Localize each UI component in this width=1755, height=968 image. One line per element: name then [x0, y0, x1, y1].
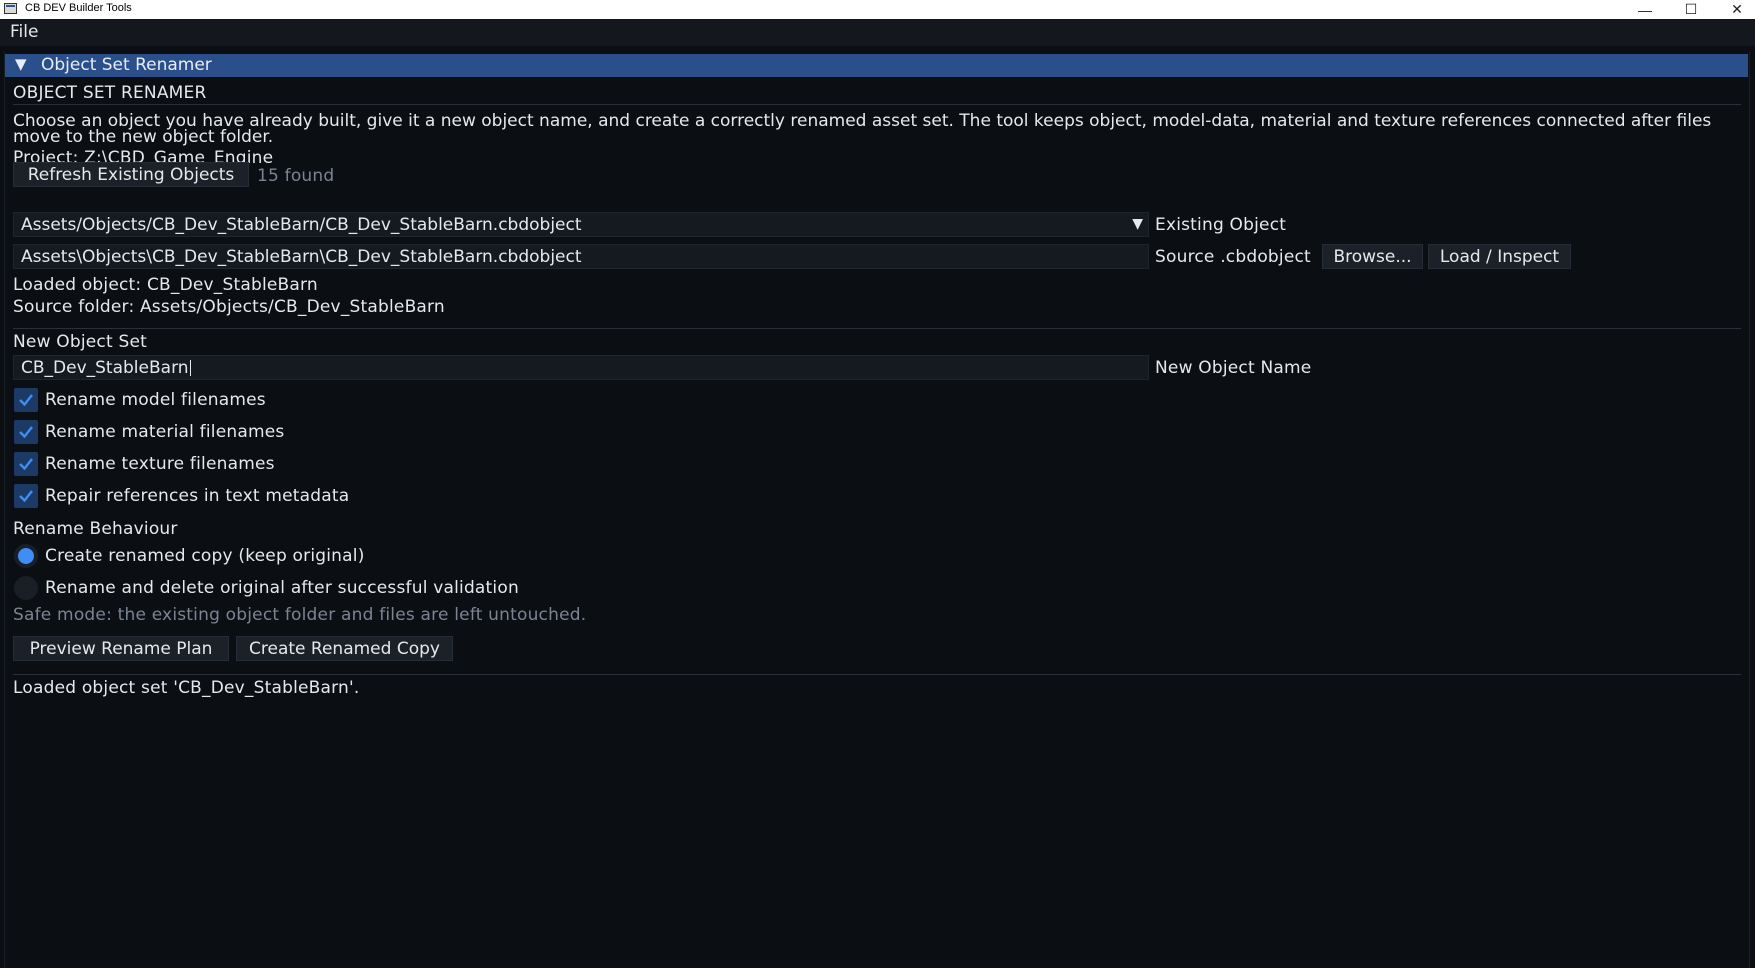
chevron-down-icon: ▼ [1132, 216, 1143, 232]
rename-texture-checkbox[interactable] [14, 452, 38, 476]
minimize-icon[interactable]: — [1622, 0, 1668, 19]
section-title: OBJECT SET RENAMER [13, 83, 207, 103]
create-renamed-copy-button[interactable]: Create Renamed Copy [236, 636, 453, 661]
refresh-existing-objects-button[interactable]: Refresh Existing Objects [13, 162, 249, 187]
menu-file[interactable]: File [10, 22, 38, 42]
new-object-set-title: New Object Set [13, 332, 147, 352]
window-titlebar: CB DEV Builder Tools — ☐ ✕ [0, 0, 1755, 19]
browse-button[interactable]: Browse... [1322, 244, 1423, 269]
checkmark-icon [19, 426, 33, 439]
maximize-icon[interactable]: ☐ [1668, 0, 1714, 19]
load-inspect-button[interactable]: Load / Inspect [1428, 244, 1571, 269]
object-set-renamer-header[interactable]: ▼ Object Set Renamer [5, 54, 1748, 77]
divider [13, 104, 1741, 105]
source-path-input[interactable]: Assets\Objects\CB_Dev_StableBarn\CB_Dev_… [13, 244, 1149, 269]
status-message: Loaded object set 'CB_Dev_StableBarn'. [13, 678, 360, 698]
rename-delete-radio[interactable] [14, 576, 38, 600]
divider [13, 674, 1741, 675]
menu-bar: File [0, 19, 1755, 46]
source-label: Source .cbdobject [1155, 247, 1311, 267]
rename-delete-label[interactable]: Rename and delete original after success… [45, 578, 519, 598]
rename-material-label[interactable]: Rename material filenames [45, 422, 284, 442]
source-path-value: Assets\Objects\CB_Dev_StableBarn\CB_Dev_… [21, 246, 582, 267]
rename-model-label[interactable]: Rename model filenames [45, 390, 266, 410]
collapse-arrow-icon: ▼ [15, 55, 27, 73]
loaded-object-text: Loaded object: CB_Dev_StableBarn [13, 275, 318, 295]
divider [13, 328, 1741, 329]
rename-material-checkbox[interactable] [14, 420, 38, 444]
source-folder-text: Source folder: Assets/Objects/CB_Dev_Sta… [13, 297, 445, 317]
existing-object-combo[interactable]: Assets/Objects/CB_Dev_StableBarn/CB_Dev_… [13, 212, 1149, 237]
radio-dot [18, 548, 34, 564]
checkmark-icon [19, 490, 33, 503]
repair-references-checkbox[interactable] [14, 484, 38, 508]
safe-mode-note: Safe mode: the existing object folder an… [13, 605, 587, 625]
create-copy-label[interactable]: Create renamed copy (keep original) [45, 546, 365, 566]
close-icon[interactable]: ✕ [1714, 0, 1755, 19]
new-object-name-input[interactable]: CB_Dev_StableBarn [13, 355, 1149, 380]
new-object-name-label: New Object Name [1155, 358, 1312, 378]
preview-rename-plan-button[interactable]: Preview Rename Plan [13, 636, 229, 661]
checkmark-icon [19, 458, 33, 471]
rename-model-checkbox[interactable] [14, 388, 38, 412]
rename-behaviour-title: Rename Behaviour [13, 519, 178, 539]
text-caret [189, 359, 191, 376]
new-object-name-value: CB_Dev_StableBarn [21, 357, 189, 378]
repair-references-label[interactable]: Repair references in text metadata [45, 486, 349, 506]
checkmark-icon [19, 394, 33, 407]
header-label: Object Set Renamer [41, 55, 212, 75]
section-description: Choose an object you have already built,… [13, 111, 1712, 147]
found-count: 15 found [257, 166, 335, 186]
create-copy-radio[interactable] [14, 544, 38, 568]
rename-texture-label[interactable]: Rename texture filenames [45, 454, 275, 474]
existing-object-combo-value: Assets/Objects/CB_Dev_StableBarn/CB_Dev_… [21, 214, 582, 235]
window-title: CB DEV Builder Tools [25, 2, 132, 14]
existing-object-label: Existing Object [1155, 215, 1287, 235]
main-panel [4, 52, 1750, 968]
app-icon [4, 3, 17, 14]
